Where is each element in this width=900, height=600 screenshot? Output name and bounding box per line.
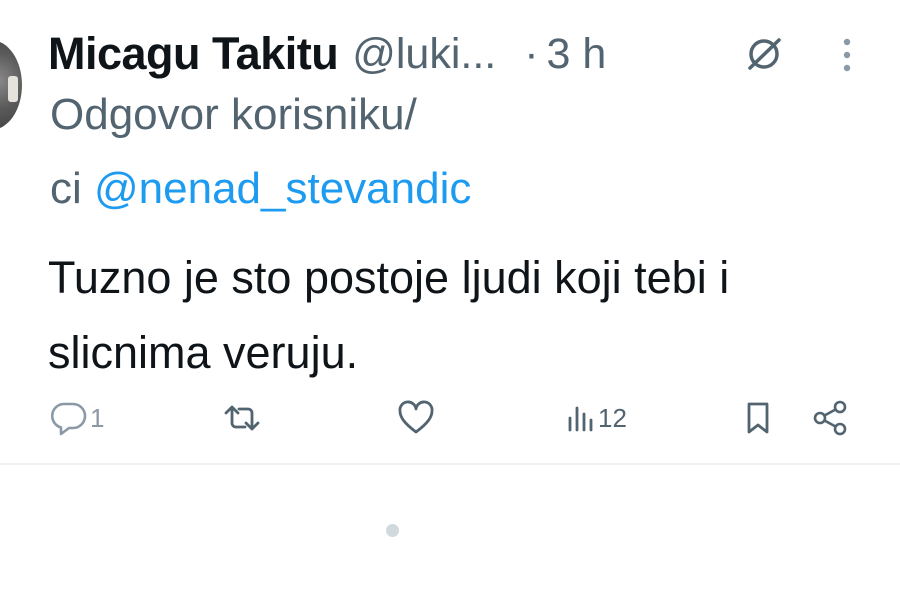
tweet-actions: 1 12 bbox=[0, 398, 900, 438]
tweet-text: Tuzno je sto postoje ljudi koji tebi i s… bbox=[48, 252, 730, 378]
tweet-header: Micagu Takitu @luki... · 3 h bbox=[48, 26, 606, 82]
heart-icon bbox=[398, 400, 434, 434]
reply-context-line2: ci @nenad_stevandic bbox=[50, 164, 471, 214]
views-button[interactable]: 12 bbox=[566, 398, 627, 438]
reply-context-prefix: ci bbox=[50, 164, 94, 213]
separator-dot: · bbox=[524, 29, 539, 78]
avatar[interactable] bbox=[0, 40, 22, 130]
display-name[interactable]: Micagu Takitu bbox=[48, 28, 339, 80]
more-vertical-icon[interactable] bbox=[832, 34, 862, 78]
timestamp[interactable]: 3 h bbox=[547, 30, 607, 79]
page-indicator-dot bbox=[386, 524, 399, 537]
share-icon bbox=[813, 400, 847, 436]
retweet-button[interactable] bbox=[220, 398, 266, 438]
user-handle[interactable]: @luki... bbox=[352, 30, 496, 79]
reply-context-line1: Odgovor korisniku/ bbox=[50, 90, 417, 139]
reply-count: 1 bbox=[90, 402, 105, 433]
divider bbox=[0, 463, 900, 465]
like-button[interactable] bbox=[396, 398, 438, 438]
bookmark-button[interactable] bbox=[740, 398, 776, 438]
views-count: 12 bbox=[598, 402, 627, 433]
reply-button[interactable]: 1 bbox=[48, 398, 104, 438]
retweet-icon bbox=[224, 405, 260, 431]
bookmark-icon bbox=[747, 402, 769, 434]
reply-mention-link[interactable]: @nenad_stevandic bbox=[94, 164, 471, 213]
share-button[interactable] bbox=[810, 398, 850, 438]
reply-icon bbox=[50, 402, 87, 436]
grok-icon[interactable] bbox=[742, 32, 786, 76]
views-icon bbox=[568, 406, 593, 432]
